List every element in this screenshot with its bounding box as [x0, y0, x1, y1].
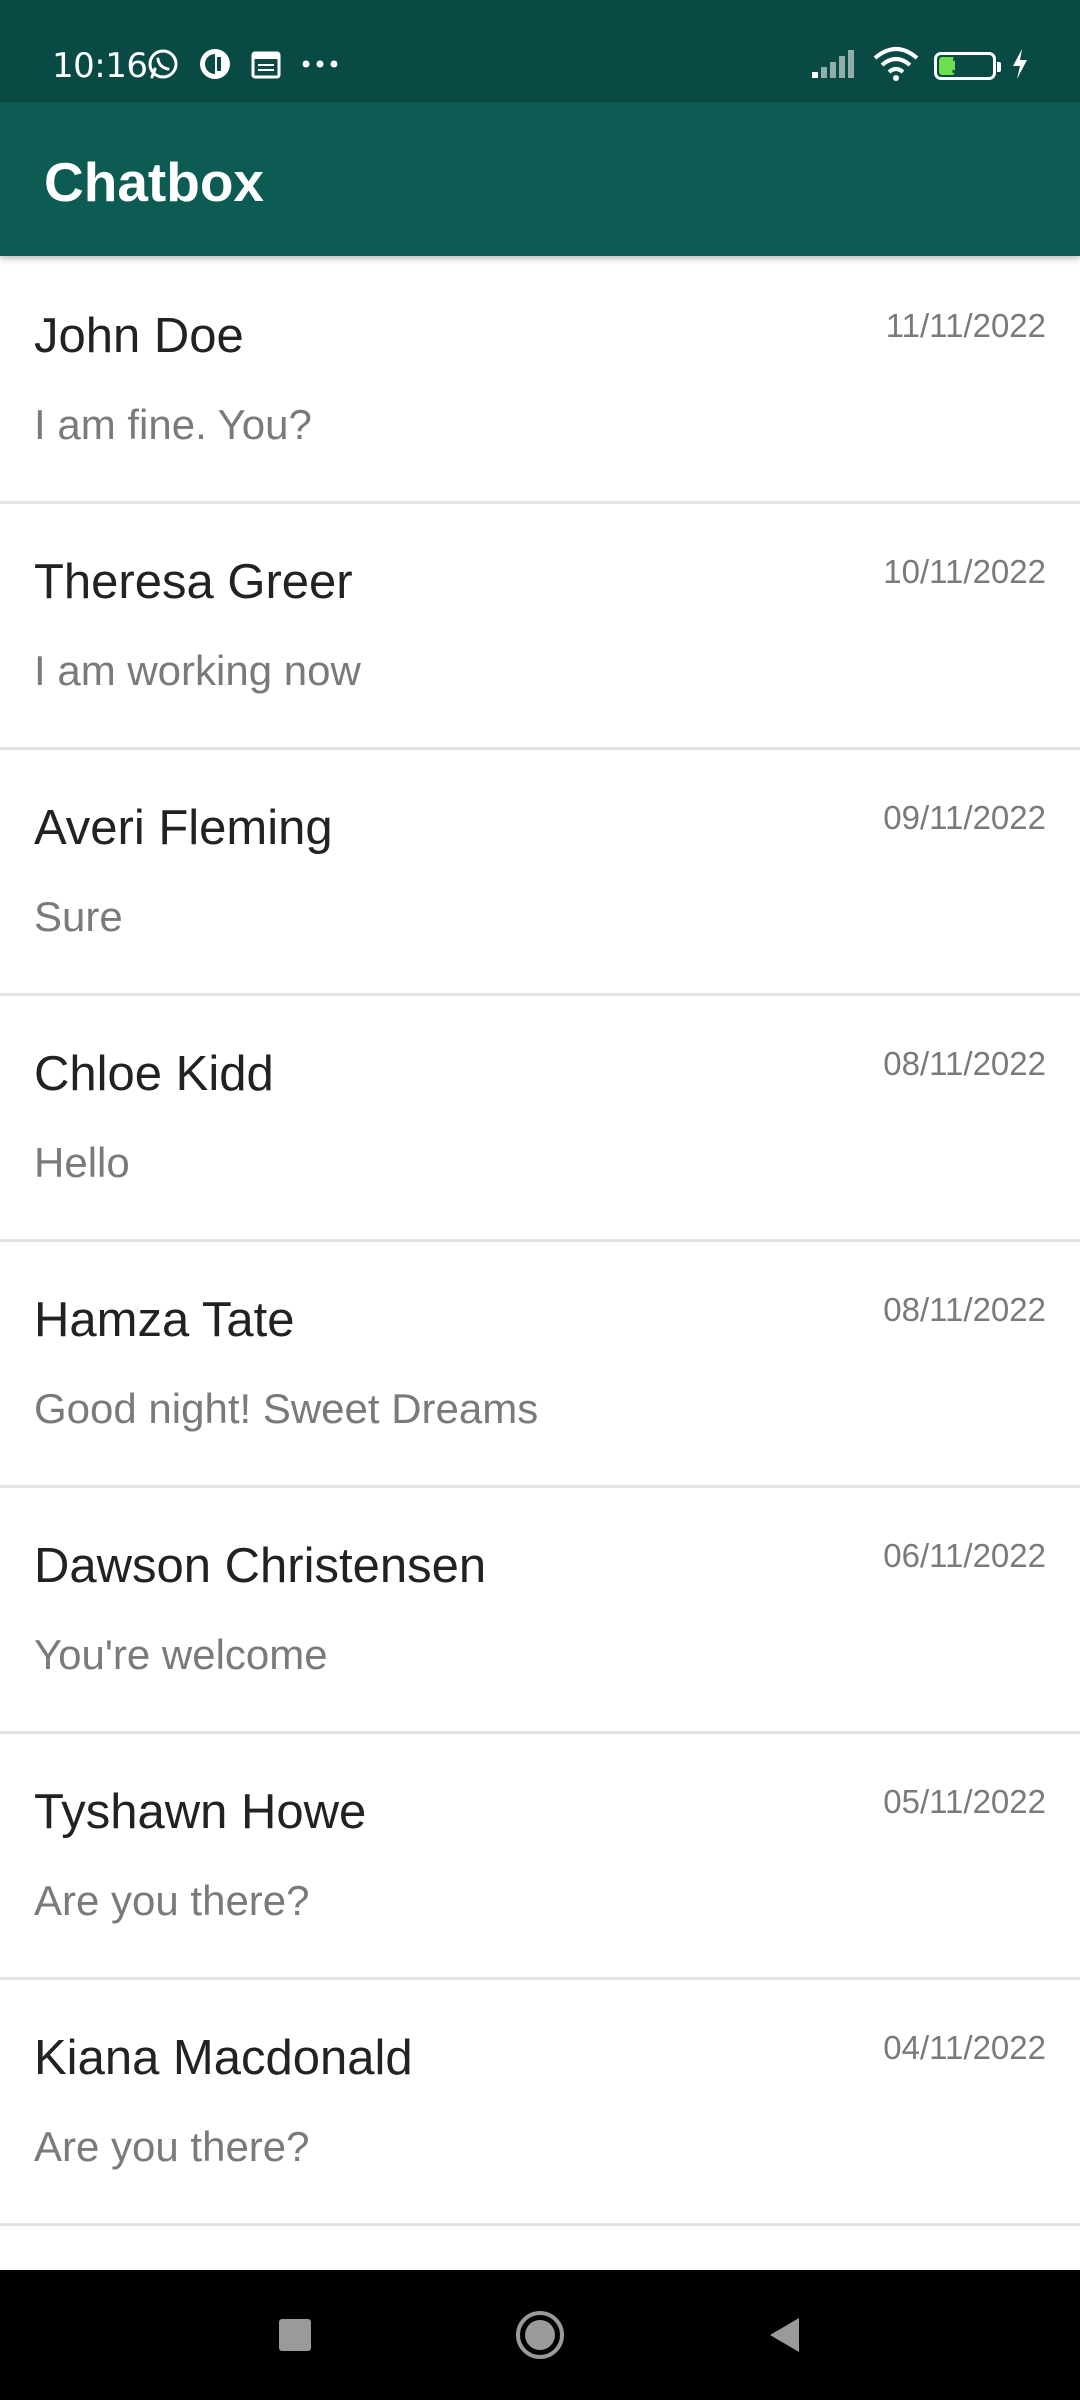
- chat-date: 05/11/2022: [883, 1783, 1046, 1820]
- chat-contact-name: Kiana Macdonald: [34, 2031, 413, 2085]
- navigation-bar: [0, 2270, 1080, 2400]
- status-time: 10:16: [52, 46, 148, 86]
- status-bar: 10:16 30: [0, 0, 1080, 102]
- chat-date: 04/11/2022: [883, 2029, 1046, 2066]
- chat-date: 10/11/2022: [883, 553, 1046, 590]
- battery-icon: 30: [934, 52, 1001, 80]
- recents-square-icon[interactable]: [240, 2270, 350, 2400]
- chat-contact-name: Chloe Kidd: [34, 1047, 274, 1101]
- chat-contact-name: Hamza Tate: [34, 1293, 295, 1347]
- more-dots-icon: [300, 54, 340, 78]
- charging-icon: [1010, 48, 1030, 84]
- chat-list-item[interactable]: Hamza Tate Good night! Sweet Dreams 08/11/…: [0, 1242, 1080, 1488]
- chat-last-message: I am working now: [34, 647, 361, 694]
- chat-list-item[interactable]: Chloe Kidd Hello 08/11/2022: [0, 996, 1080, 1242]
- chat-last-message: Good night! Sweet Dreams: [34, 1385, 539, 1432]
- chat-contact-name: Tyshawn Howe: [34, 1785, 367, 1839]
- chat-contact-name: Dawson Christensen: [34, 1539, 487, 1593]
- whatsapp-icon: [146, 47, 180, 85]
- app-bar: Chatbox: [0, 102, 1080, 256]
- chat-contact-name: John Doe: [34, 309, 244, 363]
- chat-date: 09/11/2022: [883, 799, 1046, 836]
- calendar-icon: [250, 48, 282, 84]
- chat-list-item[interactable]: Averi Fleming Sure 09/11/2022: [0, 750, 1080, 996]
- back-triangle-icon[interactable]: [730, 2270, 840, 2400]
- notification-icons: [146, 48, 340, 84]
- chat-last-message: You're welcome: [34, 1631, 328, 1678]
- chat-last-message: Sure: [34, 893, 123, 940]
- chat-list-item[interactable]: Dawson Christensen You're welcome 06/11/20…: [0, 1488, 1080, 1734]
- chat-list[interactable]: John Doe I am fine. You? 11/11/2022 Theresa…: [0, 258, 1080, 2248]
- chat-last-message: Are you there?: [34, 1877, 310, 1924]
- chat-contact-name: Averi Fleming: [34, 801, 333, 855]
- app-title: Chatbox: [44, 151, 264, 213]
- chat-list-item[interactable]: Theresa Greer I am working now 10/11/2022: [0, 504, 1080, 750]
- chat-list-item[interactable]: Tyshawn Howe Are you there? 05/11/2022: [0, 1734, 1080, 1980]
- chat-date: 08/11/2022: [883, 1291, 1046, 1328]
- chat-last-message: I am fine. You?: [34, 401, 312, 448]
- system-icons: 30: [810, 46, 1030, 86]
- chat-date: 11/11/2022: [885, 307, 1046, 344]
- home-circle-icon[interactable]: [485, 2270, 595, 2400]
- chat-list-item[interactable]: Kiana Macdonald Are you there? 04/11/2022: [0, 1980, 1080, 2226]
- chat-last-message: Are you there?: [34, 2123, 310, 2170]
- wifi-icon: [872, 46, 920, 86]
- battery-level-text: 30: [951, 54, 979, 78]
- chat-date: 08/11/2022: [883, 1045, 1046, 1082]
- signal-icon: [810, 48, 858, 84]
- chat-contact-name: Theresa Greer: [34, 555, 353, 609]
- chat-last-message: Hello: [34, 1139, 130, 1186]
- app-icon: [198, 47, 232, 85]
- chat-list-item[interactable]: John Doe I am fine. You? 11/11/2022: [0, 258, 1080, 504]
- chat-date: 06/11/2022: [883, 1537, 1046, 1574]
